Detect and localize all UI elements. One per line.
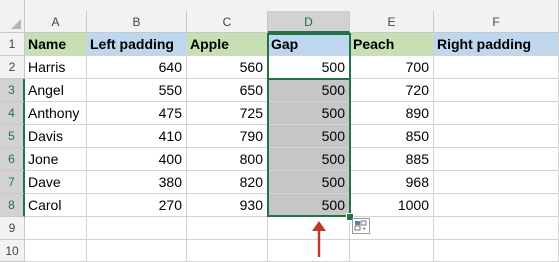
cell-e10[interactable] bbox=[350, 240, 434, 262]
cell-a7[interactable]: Dave bbox=[25, 171, 87, 194]
cell-b7[interactable]: 380 bbox=[87, 171, 187, 194]
cell-e6[interactable]: 885 bbox=[350, 148, 434, 171]
cell-f4[interactable] bbox=[434, 102, 559, 125]
row-header-2[interactable]: 2 bbox=[0, 56, 25, 79]
cell-e7[interactable]: 968 bbox=[350, 171, 434, 194]
cell-b10[interactable] bbox=[87, 240, 187, 262]
cell-a2[interactable]: Harris bbox=[25, 56, 87, 79]
cell-d6[interactable]: 500 bbox=[268, 148, 350, 171]
row-header-8[interactable]: 8 bbox=[0, 194, 25, 217]
cell-a3[interactable]: Angel bbox=[25, 79, 87, 102]
row-header-1[interactable]: 1 bbox=[0, 33, 25, 56]
cell-d4[interactable]: 500 bbox=[268, 102, 350, 125]
column-header-a[interactable]: A bbox=[25, 11, 87, 33]
cell-e2[interactable]: 700 bbox=[350, 56, 434, 79]
cell-a5[interactable]: Davis bbox=[25, 125, 87, 148]
quick-analysis-icon[interactable]: + bbox=[352, 218, 370, 234]
cell-f6[interactable] bbox=[434, 148, 559, 171]
cell-f8[interactable] bbox=[434, 194, 559, 217]
svg-text:+: + bbox=[362, 226, 366, 233]
select-all-corner[interactable] bbox=[0, 0, 25, 33]
column-header-f[interactable]: F bbox=[434, 11, 559, 33]
cell-c7[interactable]: 820 bbox=[187, 171, 268, 194]
cell-f3[interactable] bbox=[434, 79, 559, 102]
cell-f2[interactable] bbox=[434, 56, 559, 79]
cell-a8[interactable]: Carol bbox=[25, 194, 87, 217]
cell-b6[interactable]: 400 bbox=[87, 148, 187, 171]
cell-f9[interactable] bbox=[434, 217, 559, 240]
cell-e4[interactable]: 890 bbox=[350, 102, 434, 125]
cell-a1[interactable]: Name bbox=[25, 33, 87, 56]
cell-a4[interactable]: Anthony bbox=[25, 102, 87, 125]
cell-d8[interactable]: 500 bbox=[268, 194, 350, 217]
cell-b9[interactable] bbox=[87, 217, 187, 240]
cell-b3[interactable]: 550 bbox=[87, 79, 187, 102]
column-header-top-filler bbox=[25, 0, 559, 11]
cell-c10[interactable] bbox=[187, 240, 268, 262]
cell-f7[interactable] bbox=[434, 171, 559, 194]
row-header-5[interactable]: 5 bbox=[0, 125, 25, 148]
cell-c1[interactable]: Apple bbox=[187, 33, 268, 56]
cell-d7[interactable]: 500 bbox=[268, 171, 350, 194]
cell-f10[interactable] bbox=[434, 240, 559, 262]
column-header-e[interactable]: E bbox=[350, 11, 434, 33]
cell-a9[interactable] bbox=[25, 217, 87, 240]
column-d-outline bbox=[267, 33, 351, 79]
column-header-b[interactable]: B bbox=[87, 11, 187, 33]
cell-c9[interactable] bbox=[187, 217, 268, 240]
row-header-10[interactable]: 10 bbox=[0, 240, 25, 262]
select-all-triangle-icon bbox=[11, 19, 21, 29]
row-header-7[interactable]: 7 bbox=[0, 171, 25, 194]
cell-b4[interactable]: 475 bbox=[87, 102, 187, 125]
cell-b5[interactable]: 410 bbox=[87, 125, 187, 148]
cell-f5[interactable] bbox=[434, 125, 559, 148]
cell-b1[interactable]: Left padding bbox=[87, 33, 187, 56]
up-arrow-icon bbox=[312, 221, 326, 257]
cell-a10[interactable] bbox=[25, 240, 87, 262]
cell-e1[interactable]: Peach bbox=[350, 33, 434, 56]
cell-e5[interactable]: 850 bbox=[350, 125, 434, 148]
cell-c2[interactable]: 560 bbox=[187, 56, 268, 79]
cell-d3[interactable]: 500 bbox=[268, 79, 350, 102]
row-header-6[interactable]: 6 bbox=[0, 148, 25, 171]
cell-c3[interactable]: 650 bbox=[187, 79, 268, 102]
cell-c5[interactable]: 790 bbox=[187, 125, 268, 148]
cell-d5[interactable]: 500 bbox=[268, 125, 350, 148]
cell-c4[interactable]: 725 bbox=[187, 102, 268, 125]
cell-b2[interactable]: 640 bbox=[87, 56, 187, 79]
cell-a6[interactable]: Jone bbox=[25, 148, 87, 171]
row-header-9[interactable]: 9 bbox=[0, 217, 25, 240]
cell-e3[interactable]: 720 bbox=[350, 79, 434, 102]
cell-c8[interactable]: 930 bbox=[187, 194, 268, 217]
row-header-3[interactable]: 3 bbox=[0, 79, 25, 102]
row-header-4[interactable]: 4 bbox=[0, 102, 25, 125]
column-header-c[interactable]: C bbox=[187, 11, 268, 33]
cell-b8[interactable]: 270 bbox=[87, 194, 187, 217]
cell-c6[interactable]: 800 bbox=[187, 148, 268, 171]
cell-e8[interactable]: 1000 bbox=[350, 194, 434, 217]
column-header-d[interactable]: D bbox=[268, 11, 350, 33]
cell-f1[interactable]: Right padding bbox=[434, 33, 559, 56]
spreadsheet-grid: A B C D E F 1 2 3 4 5 6 7 8 9 10 Name Le… bbox=[0, 0, 559, 262]
